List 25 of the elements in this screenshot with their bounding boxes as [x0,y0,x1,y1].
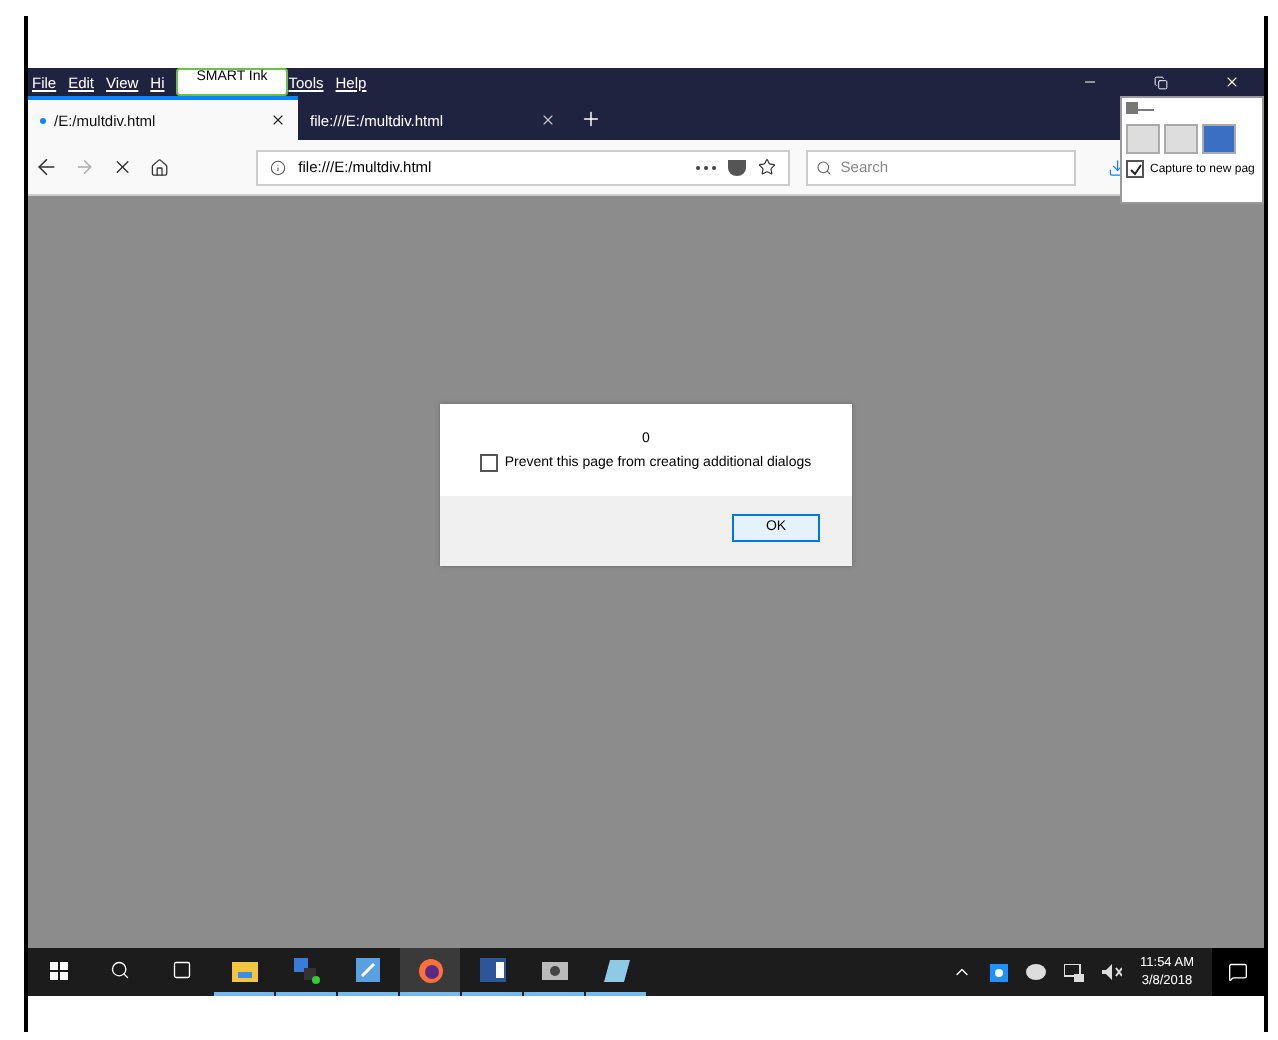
new-tab-icon[interactable] [580,107,602,129]
windows-icon[interactable] [49,961,67,979]
notepad-icon[interactable] [356,958,380,982]
loading-dot [40,117,46,123]
notification-icon[interactable] [1228,962,1248,982]
speaker-muted-icon[interactable] [1102,964,1123,980]
pocket-icon[interactable] [728,159,747,175]
tray-app-icon[interactable] [990,963,1009,981]
info-icon[interactable] [270,159,287,175]
capture-icon [1126,102,1154,118]
home-icon[interactable] [149,157,169,177]
camera-icon[interactable] [541,960,567,980]
document-icon[interactable] [479,958,505,982]
stop-icon[interactable] [112,156,134,178]
folder-icon[interactable] [231,959,257,981]
network-icon[interactable] [1064,963,1085,981]
checkbox[interactable] [480,453,499,471]
restore-icon[interactable] [1154,75,1168,89]
star-icon[interactable] [758,158,777,176]
close-icon[interactable] [270,112,286,128]
back-icon[interactable] [34,154,59,180]
task-view-icon[interactable] [172,960,192,980]
tablet-icon[interactable] [603,958,629,982]
browser-icon[interactable] [417,957,443,983]
checkbox[interactable] [1126,160,1144,178]
